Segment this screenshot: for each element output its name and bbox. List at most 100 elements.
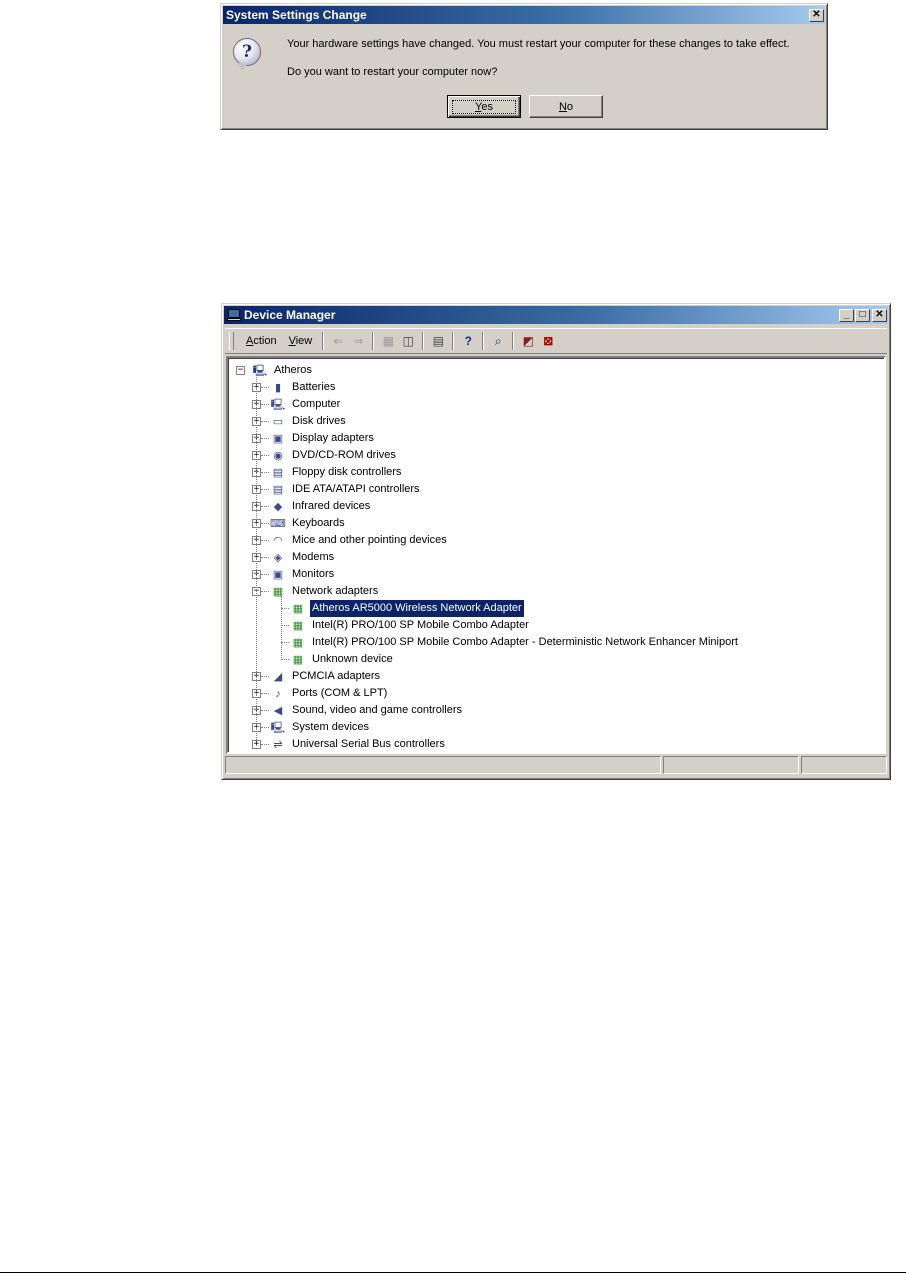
up-level-icon[interactable]: ▦ xyxy=(378,332,398,350)
tree-category-label: System devices xyxy=(292,721,370,733)
floppy-controller-icon: ▤ xyxy=(272,466,284,479)
dialog-title: System Settings Change xyxy=(226,8,367,22)
tree-connector xyxy=(261,574,269,575)
sound-icon: ◀ xyxy=(273,704,283,717)
menu-view[interactable]: View xyxy=(283,335,319,347)
update-driver-icon[interactable]: ◩ xyxy=(518,332,538,350)
tree-device-label: Intel(R) PRO/100 SP Mobile Combo Adapter xyxy=(312,619,529,631)
tree-category[interactable]: ◢ PCMCIA adapters xyxy=(270,668,382,685)
tree-device-label: Unknown device xyxy=(312,653,393,665)
display-adapter-icon: ▣ xyxy=(272,432,284,445)
help-icon[interactable]: ? xyxy=(458,332,478,350)
tree-category[interactable]: ◈ Modems xyxy=(270,549,336,566)
tree-category-label: Modems xyxy=(292,551,335,563)
battery-icon: ▮ xyxy=(274,381,282,394)
tree-connector xyxy=(261,387,269,388)
tree-category[interactable]: ◉ DVD/CD-ROM drives xyxy=(270,447,398,464)
tree-root-collapse-toggle[interactable]: − xyxy=(236,366,245,375)
toolbar-separator xyxy=(512,332,515,350)
usb-icon: ⇌ xyxy=(273,738,283,751)
tree-category[interactable]: ⇌ Universal Serial Bus controllers xyxy=(270,736,447,752)
device-manager-window: Device Manager _ □ ✕ Action View ⇐ ⇒ ▦ ◫… xyxy=(221,303,891,780)
tree-connector xyxy=(261,727,269,728)
maximize-button[interactable]: □ xyxy=(855,308,870,322)
tree-device[interactable]: ▦ Intel(R) PRO/100 SP Mobile Combo Adapte… xyxy=(290,634,740,651)
tree-connector xyxy=(261,523,269,524)
tree-connector xyxy=(261,438,269,439)
tree-category-label: IDE ATA/ATAPI controllers xyxy=(292,483,420,495)
tree-connector xyxy=(281,625,289,626)
question-icon: ? xyxy=(233,38,261,71)
tree-category-label: PCMCIA adapters xyxy=(292,670,381,682)
tree-category-label: Monitors xyxy=(292,568,335,580)
tree-category[interactable]: 🖳 System devices xyxy=(270,719,371,736)
device-manager-title: Device Manager xyxy=(244,308,336,322)
tree-category-label: DVD/CD-ROM drives xyxy=(292,449,396,461)
forward-arrow-icon[interactable]: ⇒ xyxy=(348,332,368,350)
scan-hardware-icon[interactable]: ⌕ xyxy=(488,332,508,350)
tree-category[interactable]: ⌨ Keyboards xyxy=(270,515,347,532)
page-bottom-rule xyxy=(0,1272,906,1273)
tree-connector xyxy=(281,608,289,609)
tree-category[interactable]: 🖳 Computer xyxy=(270,396,342,413)
tree-category[interactable]: ▮ Batteries xyxy=(270,379,337,396)
tree-category[interactable]: ▭ Disk drives xyxy=(270,413,348,430)
minimize-button[interactable]: _ xyxy=(839,308,854,322)
tree-connector xyxy=(261,421,269,422)
tree-connector xyxy=(261,591,269,592)
tree-category-label: Display adapters xyxy=(292,432,374,444)
status-pane-main xyxy=(225,756,661,774)
device-manager-titlebar[interactable]: Device Manager _ □ ✕ xyxy=(224,306,888,324)
device-tree[interactable]: 🖳 Atheros − + ▮ Batteries + 🖳 Computer + ▭ Disk dri… xyxy=(226,356,886,754)
disk-drive-icon: ▭ xyxy=(272,415,284,428)
close-button[interactable]: ✕ xyxy=(872,308,887,322)
tree-device[interactable]: ▦ Intel(R) PRO/100 SP Mobile Combo Adapte… xyxy=(290,617,531,634)
expand-toggle[interactable]: + xyxy=(252,740,261,749)
tree-connector xyxy=(261,506,269,507)
no-button[interactable]: No xyxy=(529,95,603,118)
tree-connector xyxy=(261,489,269,490)
network-adapter-icon: ▦ xyxy=(272,585,284,598)
tree-category[interactable]: ▤ Floppy disk controllers xyxy=(270,464,403,481)
uninstall-icon[interactable]: ⊠ xyxy=(538,332,558,350)
tree-category-label: Disk drives xyxy=(292,415,346,427)
tree-root[interactable]: 🖳 Atheros xyxy=(252,362,314,379)
status-pane-3 xyxy=(801,756,887,774)
tree-device[interactable]: ▦ Unknown device xyxy=(290,651,395,668)
tree-category[interactable]: ◆ Infrared devices xyxy=(270,498,372,515)
tree-category[interactable]: ▦ Network adapters xyxy=(270,583,380,600)
tree-connector xyxy=(281,659,289,660)
yes-button[interactable]: Yes xyxy=(447,95,521,118)
infrared-icon: ◆ xyxy=(273,500,283,513)
network-adapter-icon: ▦ xyxy=(292,636,304,649)
menu-action[interactable]: Action xyxy=(240,335,283,347)
tree-category[interactable]: ◠ Mice and other pointing devices xyxy=(270,532,449,549)
tree-connector xyxy=(261,676,269,677)
tree-category-label: Mice and other pointing devices xyxy=(292,534,447,546)
toolbar-separator xyxy=(322,332,325,350)
computer-icon: 🖳 xyxy=(270,398,286,411)
toolbar-grip[interactable] xyxy=(229,332,234,350)
tree-category[interactable]: ◀ Sound, video and game controllers xyxy=(270,702,464,719)
tree-category[interactable]: ▣ Monitors xyxy=(270,566,336,583)
tree-category[interactable]: ▣ Display adapters xyxy=(270,430,376,447)
system-settings-change-dialog: System Settings Change ✕ ? Your hardware… xyxy=(220,3,828,130)
status-bar xyxy=(225,756,887,776)
tree-device-label: Intel(R) PRO/100 SP Mobile Combo Adapter… xyxy=(312,636,738,648)
show-hide-tree-icon[interactable]: ◫ xyxy=(398,332,418,350)
tree-category[interactable]: ♪ Ports (COM & LPT) xyxy=(270,685,389,702)
dialog-close-button[interactable]: ✕ xyxy=(809,8,824,22)
tree-device-selected[interactable]: ▦ Atheros AR5000 Wireless Network Adapter xyxy=(290,599,525,618)
modem-icon: ◈ xyxy=(273,551,283,564)
system-device-icon: 🖳 xyxy=(270,721,286,734)
properties-icon[interactable]: ▤ xyxy=(428,332,448,350)
tree-category-label: Batteries xyxy=(292,381,336,393)
dialog-titlebar[interactable]: System Settings Change ✕ xyxy=(223,6,825,24)
tree-connector xyxy=(256,374,257,740)
keyboard-icon: ⌨ xyxy=(270,517,286,530)
monitor-icon: ▣ xyxy=(272,568,284,581)
tree-category[interactable]: ▤ IDE ATA/ATAPI controllers xyxy=(270,481,422,498)
back-arrow-icon[interactable]: ⇐ xyxy=(328,332,348,350)
cdrom-icon: ◉ xyxy=(273,449,283,462)
tree-root-label: Atheros xyxy=(274,364,312,376)
